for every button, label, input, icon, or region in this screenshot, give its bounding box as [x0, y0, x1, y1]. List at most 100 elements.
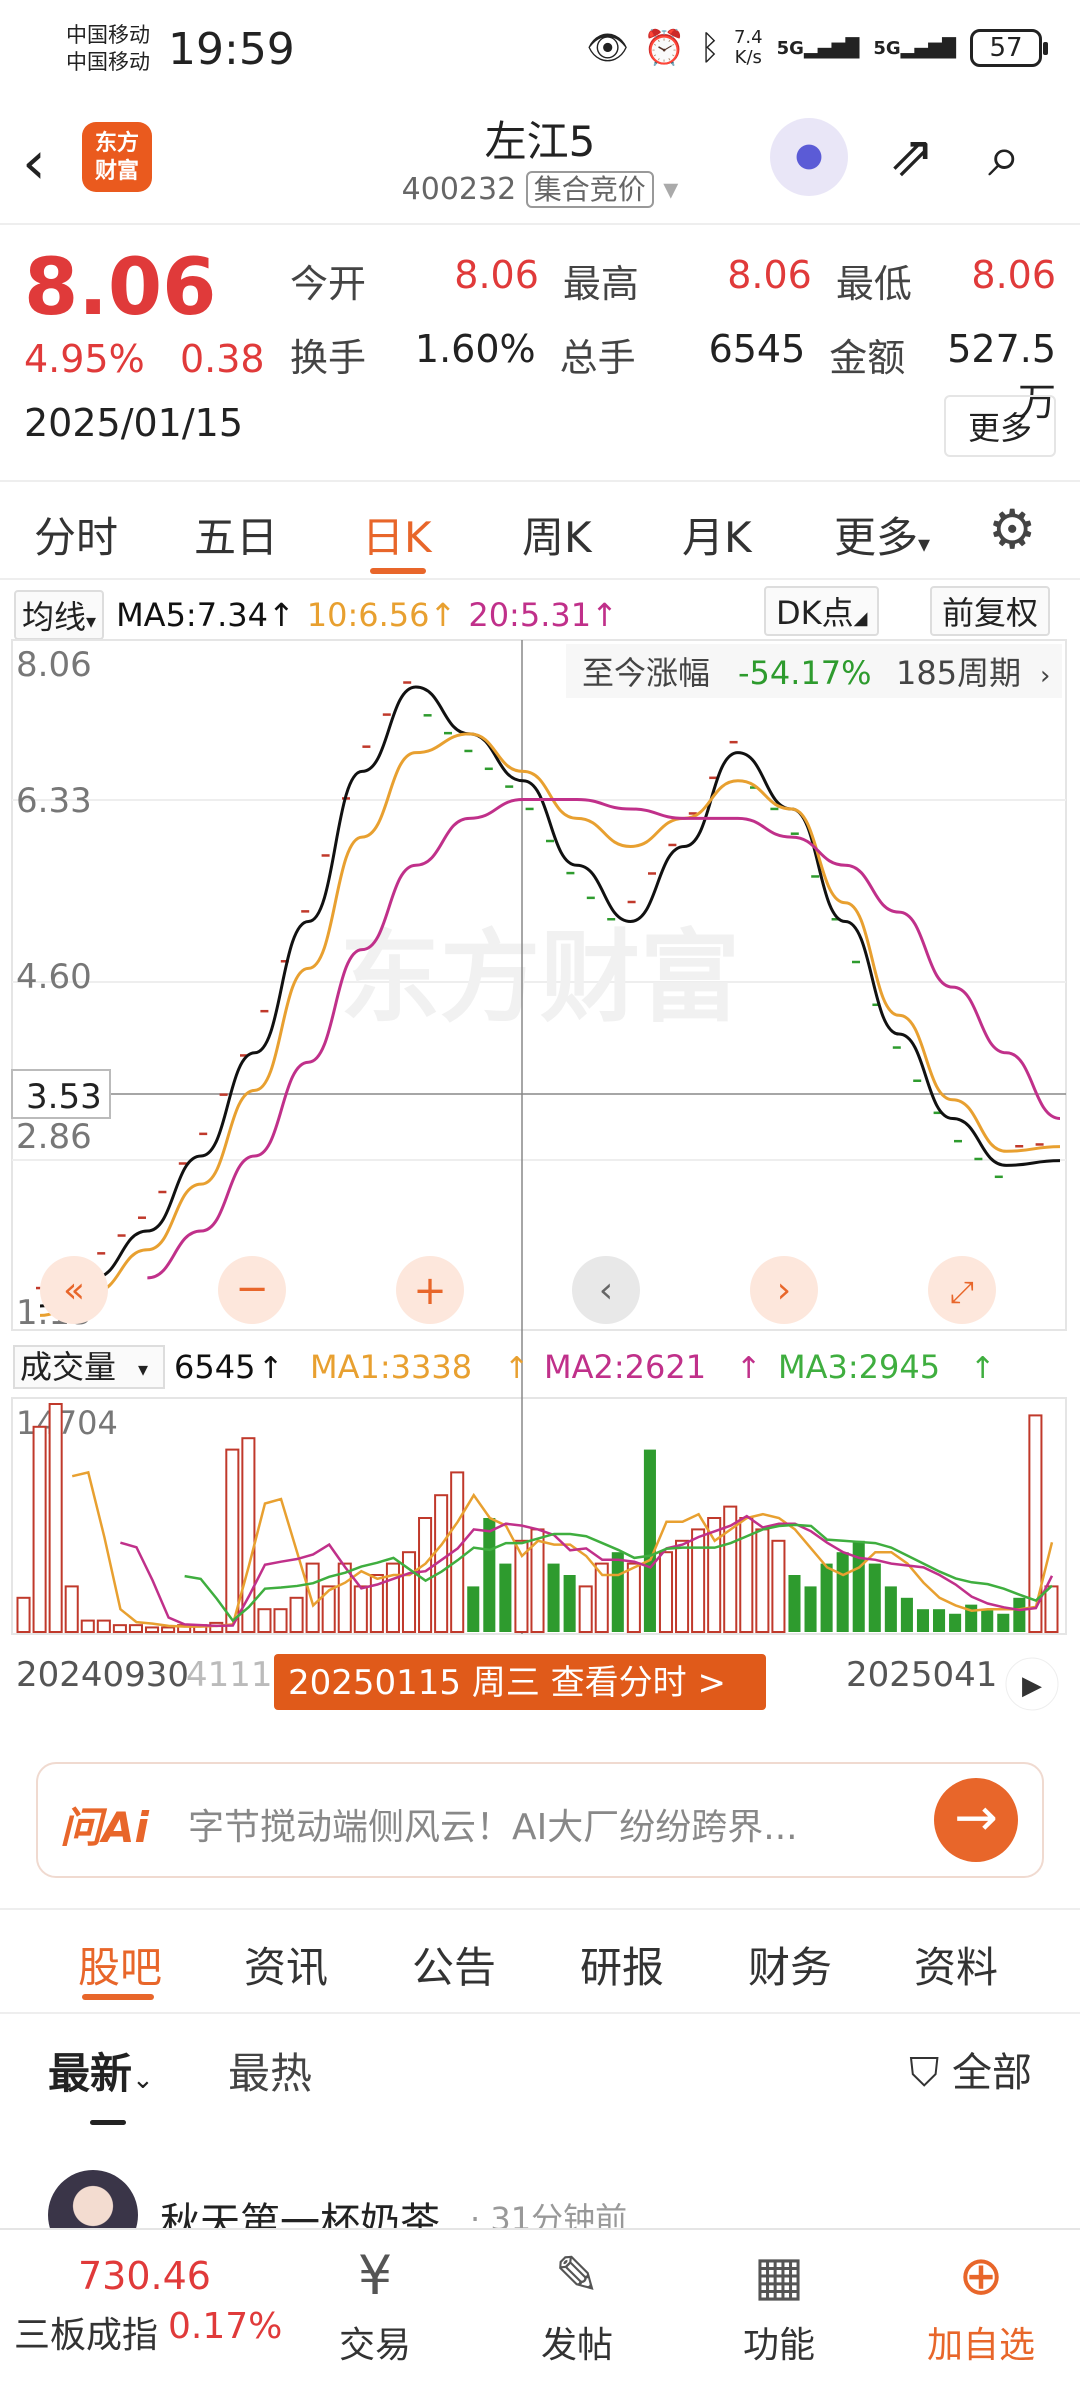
- chevron-down-icon: ▾: [663, 172, 679, 207]
- volume-bar: [483, 1518, 496, 1632]
- volume-bar: [852, 1540, 865, 1632]
- status-time: 19:59: [168, 24, 295, 75]
- tab-daily-k[interactable]: 日K: [362, 504, 432, 565]
- volume-bar: [611, 1552, 624, 1632]
- volume-bar: [64, 1585, 79, 1634]
- chart-controls: « − + ‹ › ⤢: [40, 1256, 996, 1324]
- volume-bar: [691, 1528, 706, 1634]
- signal-icon-2: 5G▂▄▆█: [873, 37, 956, 59]
- date-left-2: 4111: [186, 1655, 273, 1695]
- y-label-top: 8.06: [16, 645, 92, 685]
- vol-ma2: MA2:2621: [544, 1348, 706, 1386]
- tab-monthly-k[interactable]: 月K: [682, 504, 752, 565]
- auction-tag: 集合竞价: [525, 171, 654, 208]
- tab-five-day[interactable]: 五日: [194, 504, 278, 565]
- sort-hot[interactable]: 最热: [228, 2040, 312, 2101]
- arrow-up-icon: ↑: [736, 1351, 761, 1386]
- gear-icon[interactable]: ⚙: [988, 498, 1036, 561]
- volume-bar: [900, 1597, 913, 1632]
- date-left: 20240930: [16, 1655, 189, 1695]
- low-value: 8.06: [971, 253, 1056, 297]
- volume-bar: [353, 1585, 368, 1634]
- volume-bar: [658, 1551, 674, 1634]
- content-tabs: 股吧 资讯 公告 研报 财务 资料: [0, 1908, 1080, 2014]
- open-value: 8.06: [454, 253, 539, 297]
- ai-logo: 问Ai: [60, 1803, 149, 1852]
- play-icon: ▶: [1022, 1671, 1042, 1701]
- search-icon[interactable]: ⌕: [988, 122, 1020, 191]
- post-author[interactable]: 秋天第一杯奶茶: [160, 2190, 440, 2230]
- volume-bar: [675, 1539, 690, 1633]
- tab-profile[interactable]: 资料: [914, 1934, 998, 1995]
- more-button[interactable]: 更多: [943, 395, 1056, 457]
- date-right: 2025041: [846, 1655, 997, 1695]
- arrow-up-icon: ↑: [258, 1351, 283, 1386]
- sort-latest[interactable]: 最新⌄: [48, 2040, 154, 2101]
- since-value: -54.17%: [738, 654, 872, 692]
- volume-bar: [225, 1448, 240, 1633]
- grid-icon: ▦: [753, 2244, 805, 2307]
- tab-research[interactable]: 研报: [580, 1934, 664, 1995]
- vol-ma3: MA3:2945: [778, 1348, 940, 1386]
- bluetooth-icon: ᛒ: [699, 28, 720, 68]
- volume-bar: [418, 1517, 433, 1633]
- volume-bar: [578, 1585, 593, 1634]
- y-label: 4.60: [16, 957, 92, 997]
- ai-banner-text: 字节搅动端侧风云！AI大厂纷纷跨界...: [188, 1807, 798, 1848]
- avatar[interactable]: [48, 2170, 138, 2230]
- double-left-icon: «: [63, 1270, 85, 1311]
- nav-add-watchlist[interactable]: ⊕ 加自选: [916, 2244, 1046, 2368]
- volume-bar: [499, 1563, 512, 1632]
- volume-bar: [305, 1562, 320, 1633]
- volume-value: 6545: [174, 1348, 255, 1386]
- chart-period-tabs: 分时 五日 日K 周K 月K 更多▾ ⚙: [0, 480, 1080, 580]
- plus-icon: +: [413, 1268, 447, 1314]
- post-item[interactable]: 秋天第一杯奶茶 · 31分钟前: [0, 2170, 1080, 2230]
- post-filter-row: 最新⌄ 最热 ⛉ 全部: [0, 2030, 1080, 2125]
- index-percent: 0.17%: [168, 2306, 283, 2347]
- ai-banner[interactable]: 问Ai 字节搅动端侧风云！AI大厂纷纷跨界... →: [36, 1762, 1044, 1878]
- volume-bar: [804, 1586, 817, 1632]
- volume-bar: [933, 1609, 946, 1632]
- volume-bar: [981, 1609, 994, 1632]
- volume-bar: [257, 1608, 272, 1633]
- volume-bar: [755, 1528, 770, 1634]
- share-icon[interactable]: ⇗: [888, 124, 935, 189]
- volume-selector-label: 成交量: [20, 1348, 116, 1386]
- index-name: 三板成指: [14, 2315, 159, 2356]
- ma-line-20: [147, 798, 1061, 1280]
- filter-all[interactable]: ⛉ 全部: [909, 2040, 1032, 2098]
- arrow-right-icon[interactable]: →: [934, 1778, 1018, 1862]
- tab-forum[interactable]: 股吧: [78, 1934, 162, 1995]
- kline-chart[interactable]: 东方财富 8.06 6.33 4.60 3.53 2.86 1.13 至今涨幅 …: [0, 582, 1080, 1732]
- active-tab-indicator: [370, 568, 426, 574]
- edit-icon: ✎: [554, 2244, 600, 2307]
- volume-bar: [32, 1425, 47, 1633]
- tab-weekly-k[interactable]: 周K: [522, 504, 592, 565]
- nav-post[interactable]: ✎ 发帖: [512, 2244, 642, 2368]
- nav-functions[interactable]: ▦ 功能: [714, 2244, 844, 2368]
- tab-news[interactable]: 资讯: [244, 1934, 328, 1995]
- volume-bar: [836, 1552, 849, 1632]
- volume-bar: [96, 1619, 111, 1633]
- volume-bar: [868, 1563, 881, 1632]
- tab-intraday[interactable]: 分时: [34, 504, 118, 565]
- volume-max-label: 14704: [16, 1404, 118, 1442]
- nav-trade[interactable]: ¥ 交易: [310, 2244, 440, 2368]
- quote-panel: 8.06 4.95% 0.38 2025/01/15 今开 8.06 最高 8.…: [0, 225, 1080, 465]
- bottom-nav: 730.46 三板成指 0.17% ¥ 交易 ✎ 发帖 ▦ 功能 ⊕ 加自选: [0, 2228, 1080, 2400]
- period-label: 185周期: [896, 654, 1021, 692]
- tab-announcements[interactable]: 公告: [412, 1934, 496, 1995]
- volume-bar: [467, 1586, 480, 1632]
- signal-icon: 5G▂▄▆█: [776, 37, 860, 59]
- quote-row-1: 今开 8.06 最高 8.06 最低 8.06: [290, 253, 1056, 306]
- tab-more[interactable]: 更多▾: [834, 504, 930, 565]
- chevron-down-icon: ▾: [138, 1357, 148, 1381]
- minus-icon: −: [235, 1266, 269, 1312]
- ai-assistant-icon[interactable]: [770, 118, 848, 196]
- tab-finance[interactable]: 财务: [748, 1934, 832, 1995]
- chevron-right-icon: ›: [777, 1270, 791, 1311]
- since-label: 至今涨幅: [582, 654, 710, 692]
- status-bar: 中国移动 中国移动 19:59 👁 ⏰ ᛒ 7.4 K/s 5G▂▄▆█ 5G▂▄…: [0, 0, 1080, 100]
- chevron-right-icon: ›: [1040, 661, 1050, 691]
